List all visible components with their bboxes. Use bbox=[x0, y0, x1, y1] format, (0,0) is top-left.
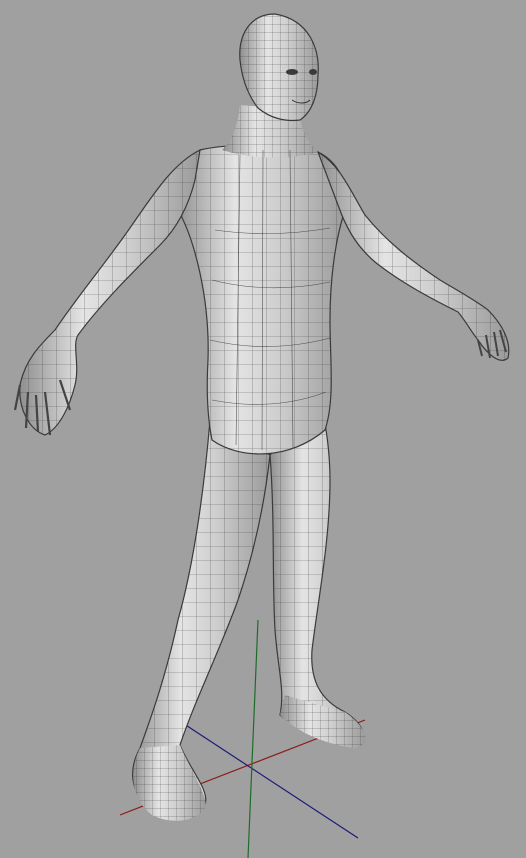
human-base-mesh[interactable] bbox=[13, 13, 510, 821]
3d-viewport[interactable] bbox=[0, 0, 526, 858]
right-eye bbox=[309, 69, 317, 75]
viewport-scene[interactable] bbox=[0, 0, 526, 858]
left-eye bbox=[286, 69, 298, 75]
y-axis-line bbox=[247, 619, 259, 858]
